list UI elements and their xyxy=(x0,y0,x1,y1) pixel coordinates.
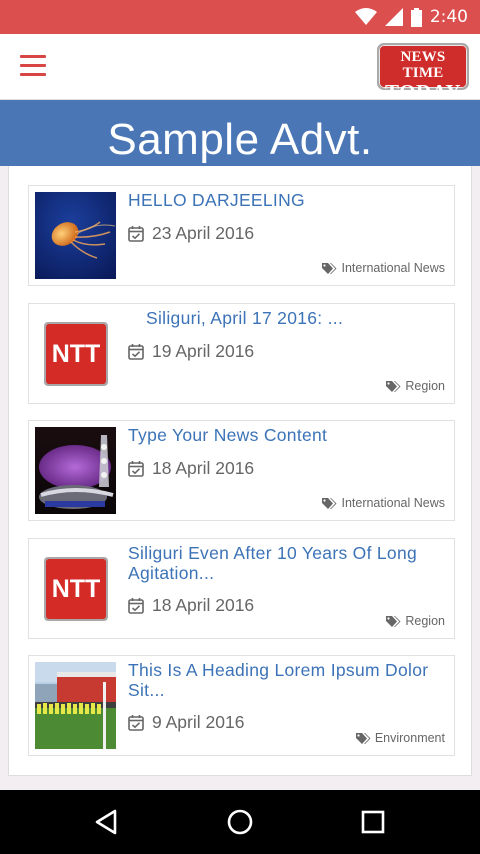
news-title: Siliguri, April 17 2016: ... xyxy=(146,308,344,328)
status-icons: 2:40 xyxy=(354,6,468,28)
news-date-text: 23 April 2016 xyxy=(152,223,255,243)
tags-icon xyxy=(355,732,371,744)
ntt-logo-text: NTT xyxy=(51,575,101,603)
news-date-text: 18 April 2016 xyxy=(152,458,255,478)
news-list: HELLO DARJEELING 23 April 2016 Internati… xyxy=(8,166,472,776)
ad-banner-text: Sample Advt. xyxy=(107,115,373,164)
status-bar: 2:40 xyxy=(0,0,480,34)
news-title: Type Your News Content xyxy=(128,425,328,445)
football-team-thumbnail xyxy=(35,662,116,749)
app-bar: NEWS TIME TODAY xyxy=(0,34,480,103)
back-icon[interactable] xyxy=(93,808,121,836)
news-date-text: 18 April 2016 xyxy=(152,595,255,615)
jellyfish-thumbnail xyxy=(35,192,116,279)
recents-icon[interactable] xyxy=(359,808,387,836)
status-time: 2:40 xyxy=(429,7,468,27)
news-card[interactable]: Type Your News Content 18 April 2016 Int… xyxy=(28,420,455,521)
news-date: 18 April 2016 xyxy=(128,595,254,615)
news-card[interactable]: NTT Siliguri Even After 10 Years Of Long… xyxy=(28,538,455,639)
news-title: This Is A Heading Lorem Ipsum Dolor Sit.… xyxy=(128,660,429,700)
news-category-text: Environment xyxy=(374,731,445,745)
news-category[interactable]: International News xyxy=(322,496,445,510)
news-card[interactable]: This Is A Heading Lorem Ipsum Dolor Sit.… xyxy=(28,655,455,756)
news-category[interactable]: Environment xyxy=(355,731,445,745)
news-card[interactable]: NTT Siliguri, April 17 2016: ... 19 Apri… xyxy=(28,303,455,404)
calendar-check-icon xyxy=(128,225,144,242)
news-title: Siliguri Even After 10 Years Of Long Agi… xyxy=(128,543,418,583)
news-category[interactable]: International News xyxy=(322,261,445,275)
news-date-text: 9 April 2016 xyxy=(152,712,245,732)
wifi-icon xyxy=(354,8,377,25)
tags-icon xyxy=(322,262,337,274)
ntt-logo-text: NTT xyxy=(51,340,101,368)
cell-signal-icon xyxy=(384,8,403,26)
news-card[interactable]: HELLO DARJEELING 23 April 2016 Internati… xyxy=(28,185,455,286)
calendar-check-icon xyxy=(128,343,144,360)
news-category[interactable]: Region xyxy=(386,614,445,628)
tags-icon xyxy=(386,615,401,627)
calendar-check-icon xyxy=(128,714,144,731)
tags-icon xyxy=(322,497,337,509)
news-title: HELLO DARJEELING xyxy=(128,190,305,210)
news-date: 19 April 2016 xyxy=(128,341,254,361)
news-date: 18 April 2016 xyxy=(128,458,254,478)
news-category-text: Region xyxy=(405,379,445,393)
battery-icon xyxy=(410,7,422,27)
hamburger-menu-icon[interactable] xyxy=(20,54,46,78)
news-category[interactable]: Region xyxy=(386,379,445,393)
calendar-check-icon xyxy=(128,597,144,614)
news-date: 23 April 2016 xyxy=(128,223,254,243)
news-category-text: Region xyxy=(405,614,445,628)
tags-icon xyxy=(386,380,401,392)
news-date-text: 19 April 2016 xyxy=(152,341,255,361)
news-date: 9 April 2016 xyxy=(128,712,244,732)
logo-line1: NEWS TIME xyxy=(400,49,446,81)
ntt-logo-thumbnail: NTT xyxy=(35,545,116,632)
news-time-today-logo[interactable]: NEWS TIME TODAY xyxy=(377,43,469,103)
home-icon[interactable] xyxy=(226,808,254,836)
news-category-text: International News xyxy=(341,496,445,510)
ntt-logo-thumbnail: NTT xyxy=(35,310,116,397)
ad-banner[interactable]: Sample Advt. xyxy=(0,100,480,166)
news-category-text: International News xyxy=(341,261,445,275)
crown-thumbnail xyxy=(35,427,116,514)
calendar-check-icon xyxy=(128,460,144,477)
system-nav-bar xyxy=(0,790,480,854)
